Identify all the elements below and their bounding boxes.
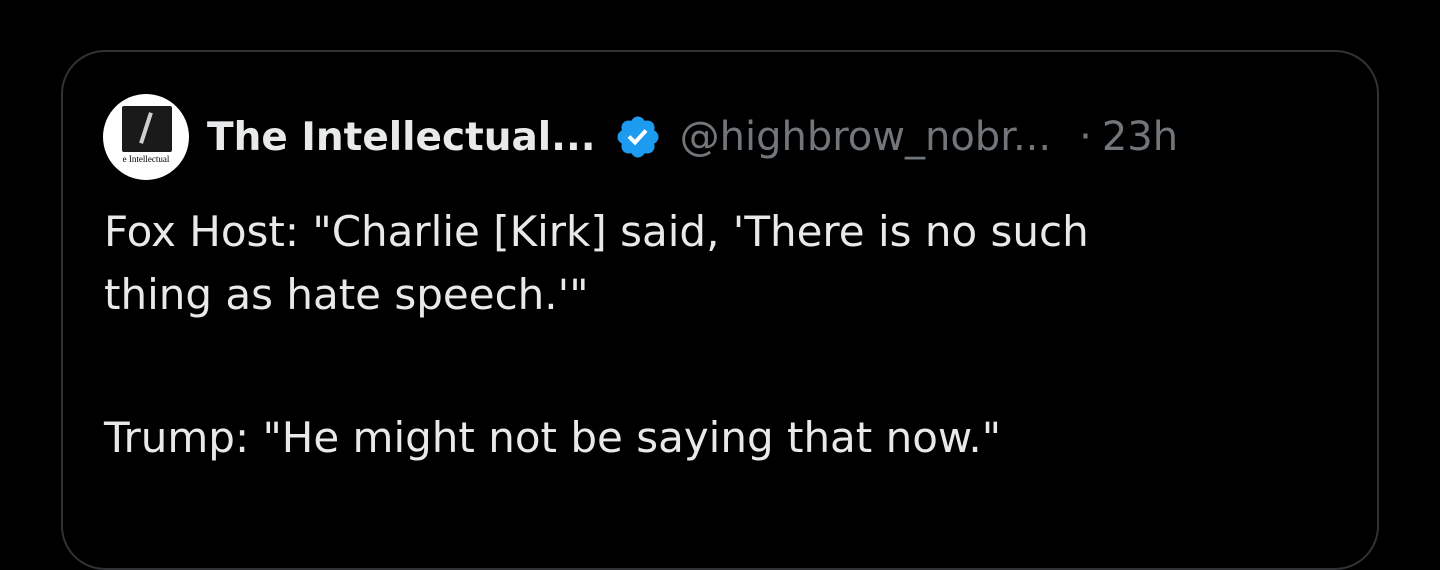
verified-badge-icon [617,116,659,158]
tweet-text-line: Fox Host: "Charlie [Kirk] said, 'There i… [104,207,1089,256]
tweet-timestamp[interactable]: 23h [1102,114,1178,160]
author-display-name[interactable]: The Intellectual... [207,115,596,160]
avatar[interactable]: e Intellectual [103,94,189,180]
tweet-text-line: thing as hate speech.'" [104,270,589,319]
avatar-caption: e Intellectual [122,154,170,164]
separator-dot: · [1079,114,1092,160]
author-handle[interactable]: @highbrow_nobr... [680,114,1051,160]
tweet-text: Fox Host: "Charlie [Kirk] said, 'There i… [104,200,1334,469]
tweet-header: e Intellectual The Intellectual... @high… [103,94,1178,180]
tweet-text-line: Trump: "He might not be saying that now.… [104,413,1002,462]
avatar-logo-icon [122,106,172,152]
